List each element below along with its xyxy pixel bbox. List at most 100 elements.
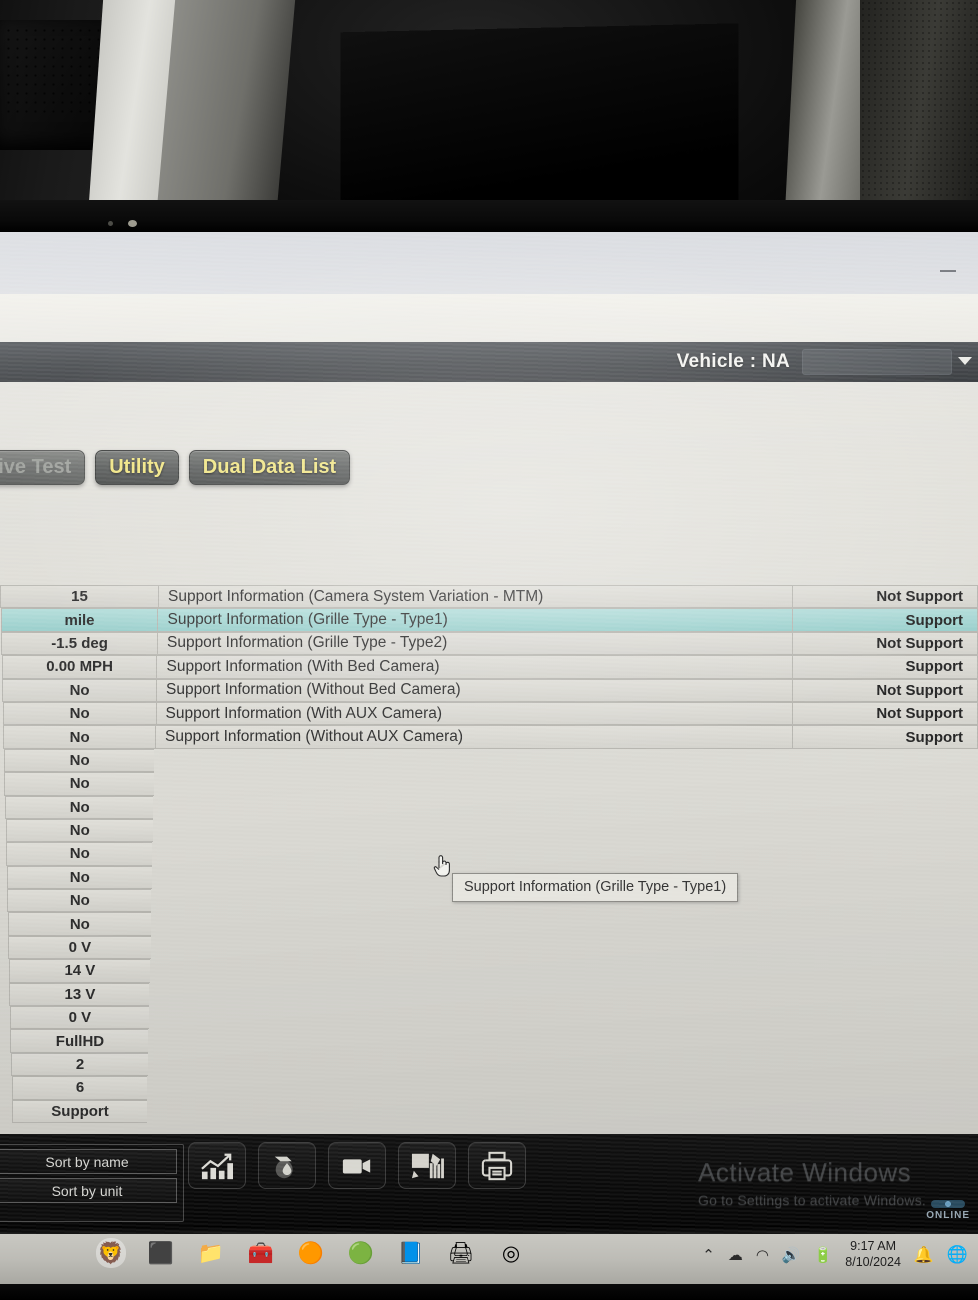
row-value-cell: 0 V bbox=[8, 935, 151, 960]
car-trim-dark bbox=[154, 0, 296, 232]
taskbar-system-tray: ⌃ ☁ ◠ 🔊 🔋 9:17 AM 8/10/2024 🔔 🌐 bbox=[702, 1239, 968, 1270]
table-row[interactable]: No bbox=[0, 795, 978, 819]
tray-onedrive-icon[interactable]: ☁ bbox=[728, 1246, 743, 1264]
taskbar-app-icons: 🦁 ⬛ 📁 🧰 🟠 🟢 📘 🖨 ◎ bbox=[96, 1238, 526, 1268]
taskbar-firefox[interactable]: 🟠 bbox=[296, 1238, 326, 1268]
vehicle-dropdown[interactable] bbox=[802, 349, 952, 375]
sort-buttons-group: Sort by name Sort by unit bbox=[0, 1144, 184, 1222]
row-name-cell[interactable]: Support Information (Without Bed Camera) bbox=[155, 678, 793, 702]
table-row[interactable]: -1.5 deg Support Information (Grille Type… bbox=[0, 631, 978, 656]
row-support-cell: Support bbox=[793, 655, 978, 679]
taskbar-lion-app[interactable]: 🦁 bbox=[96, 1238, 126, 1268]
sort-by-unit-button[interactable]: Sort by unit bbox=[0, 1178, 177, 1203]
row-value-cell: 0.00 MPH bbox=[1, 655, 157, 679]
activate-windows-watermark: Activate Windows Go to Settings to activ… bbox=[698, 1157, 926, 1208]
tab-strip: Active Test Utility Dual Data List bbox=[0, 450, 351, 485]
taskbar-scanner-app[interactable]: 🖨 bbox=[446, 1238, 476, 1268]
taskbar-file-explorer[interactable]: ⬛ bbox=[146, 1238, 176, 1268]
table-row[interactable]: No bbox=[0, 912, 978, 936]
online-status-indicator: ONLINE bbox=[926, 1200, 970, 1221]
taskbar-notes-app[interactable]: 📘 bbox=[396, 1238, 426, 1268]
row-value-cell: No bbox=[5, 818, 153, 843]
row-name-cell[interactable]: Support Information (Grille Type - Type2… bbox=[156, 631, 793, 656]
snapshot-chart-icon[interactable] bbox=[398, 1142, 456, 1189]
table-row[interactable]: 13 V bbox=[0, 982, 978, 1007]
laptop-screen: Vehicle : NA Active Test Utility Dual Da… bbox=[0, 232, 978, 1234]
tray-wifi-icon[interactable]: ◠ bbox=[756, 1246, 769, 1264]
graph-chart-icon[interactable] bbox=[188, 1142, 246, 1189]
row-value-cell: No bbox=[3, 725, 155, 749]
tab-active-test[interactable]: Active Test bbox=[0, 450, 86, 485]
photo-of-laptop-screen: Vehicle : NA Active Test Utility Dual Da… bbox=[0, 0, 978, 1300]
taskbar-globe-app[interactable]: 🟢 bbox=[346, 1238, 376, 1268]
row-support-cell: Not Support bbox=[793, 585, 978, 609]
tab-utility[interactable]: Utility bbox=[95, 450, 179, 485]
tray-volume-icon[interactable]: 🔊 bbox=[782, 1246, 801, 1264]
row-value-cell: No bbox=[7, 889, 152, 913]
table-row[interactable]: 0.00 MPH Support Information (With Bed Ca… bbox=[0, 655, 978, 679]
row-value-cell: No bbox=[6, 865, 152, 890]
printer-icon[interactable] bbox=[468, 1142, 526, 1189]
minimize-button[interactable] bbox=[940, 270, 956, 272]
table-row[interactable]: No Support Information (Without AUX Camer… bbox=[0, 725, 978, 749]
table-row[interactable]: 14 V bbox=[0, 959, 978, 983]
row-value-cell: 15 bbox=[0, 585, 158, 609]
table-row[interactable]: No bbox=[0, 842, 978, 866]
sort-by-name-button[interactable]: Sort by name bbox=[0, 1149, 177, 1174]
dual-data-list-table[interactable]: 15 Support Information (Camera System Var… bbox=[0, 585, 978, 1123]
row-value-cell: 2 bbox=[11, 1052, 148, 1077]
tab-dual-data-list[interactable]: Dual Data List bbox=[188, 450, 351, 485]
car-right-pillar bbox=[860, 0, 978, 232]
table-row[interactable]: 15 Support Information (Camera System Var… bbox=[0, 585, 978, 609]
row-value-cell: 0 V bbox=[9, 1006, 149, 1030]
table-row[interactable]: No Support Information (Without Bed Camer… bbox=[0, 678, 978, 702]
laptop-webcam-icon bbox=[128, 220, 137, 227]
watermark-title: Activate Windows bbox=[698, 1157, 912, 1187]
table-row[interactable]: 6 bbox=[0, 1076, 978, 1100]
table-row[interactable]: 0 V bbox=[0, 1006, 978, 1030]
row-value-cell: No bbox=[3, 748, 155, 773]
taskbar-chrome[interactable]: ◎ bbox=[496, 1238, 526, 1268]
app-header-bar: Vehicle : NA bbox=[0, 342, 978, 382]
row-support-cell: Support bbox=[793, 608, 978, 632]
table-row[interactable]: No Support Information (With AUX Camera) N… bbox=[0, 701, 978, 726]
tray-chevron-icon[interactable]: ⌃ bbox=[702, 1246, 715, 1264]
video-camera-icon[interactable] bbox=[328, 1142, 386, 1189]
table-row[interactable]: Support bbox=[0, 1099, 978, 1123]
row-value-cell: No bbox=[7, 912, 151, 936]
taskbar-clock[interactable]: 9:17 AM 8/10/2024 bbox=[845, 1239, 901, 1270]
table-row[interactable]: mile Support Information (Grille Type - T… bbox=[0, 608, 978, 632]
row-value-cell: Support bbox=[12, 1099, 147, 1123]
row-name-cell[interactable]: Support Information (With AUX Camera) bbox=[155, 701, 793, 726]
table-row[interactable]: No bbox=[0, 772, 978, 796]
tray-app-icon[interactable]: 🌐 bbox=[947, 1245, 968, 1265]
row-support-cell: Not Support bbox=[793, 631, 978, 656]
table-row[interactable]: FullHD bbox=[0, 1029, 978, 1053]
taskbar-folder[interactable]: 📁 bbox=[196, 1238, 226, 1268]
row-value-cell: No bbox=[6, 842, 153, 866]
clock-time: 9:17 AM bbox=[850, 1239, 897, 1253]
row-name-cell[interactable]: Support Information (Camera System Varia… bbox=[158, 585, 793, 609]
online-status-label: ONLINE bbox=[926, 1210, 970, 1221]
taskbar-toolbox[interactable]: 🧰 bbox=[246, 1238, 276, 1268]
windows-taskbar: 🦁 ⬛ 📁 🧰 🟠 🟢 📘 🖨 ◎ ⌃ ☁ ◠ 🔊 🔋 9:17 AM 8/10/2024 🔔 … bbox=[0, 1234, 978, 1284]
chevron-down-icon[interactable] bbox=[958, 357, 972, 365]
table-row[interactable]: No bbox=[0, 748, 978, 773]
car-console-face bbox=[340, 23, 739, 218]
oil-drop-icon[interactable] bbox=[258, 1142, 316, 1189]
tooltip: Support Information (Grille Type - Type1… bbox=[452, 873, 739, 902]
row-name-cell[interactable]: Support Information (Grille Type - Type1… bbox=[157, 608, 793, 632]
vehicle-label: Vehicle : NA bbox=[676, 351, 790, 372]
row-name-cell[interactable]: Support Information (Without AUX Camera) bbox=[154, 725, 793, 749]
notifications-bell-icon[interactable]: 🔔 bbox=[914, 1245, 934, 1265]
row-support-cell: Not Support bbox=[793, 701, 978, 726]
table-row[interactable]: 2 bbox=[0, 1052, 978, 1077]
table-row[interactable]: 0 V bbox=[0, 935, 978, 960]
table-row[interactable]: No bbox=[0, 818, 978, 843]
tray-battery-icon[interactable]: 🔋 bbox=[814, 1246, 833, 1264]
laptop-lid-bezel bbox=[0, 200, 978, 232]
row-value-cell: 14 V bbox=[8, 959, 150, 983]
pointing-hand-cursor bbox=[432, 852, 454, 878]
row-name-cell[interactable]: Support Information (With Bed Camera) bbox=[156, 655, 793, 679]
browser-toolbar bbox=[0, 294, 978, 392]
